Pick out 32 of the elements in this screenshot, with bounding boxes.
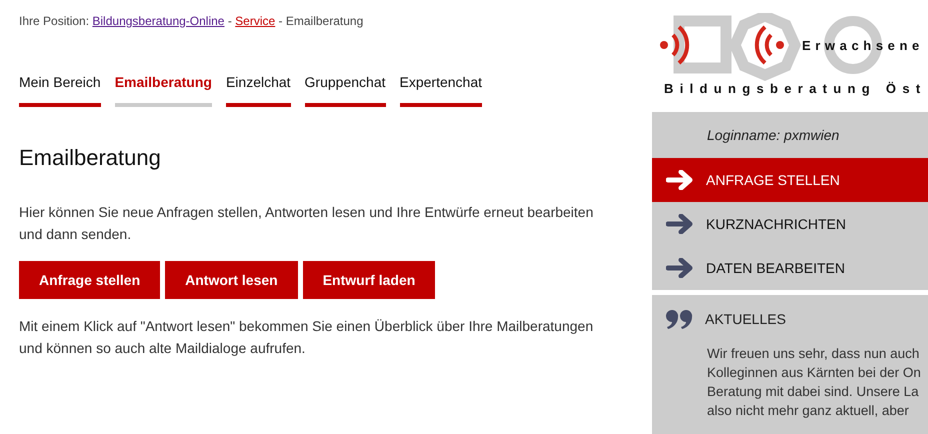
nav-tab[interactable]: Expertenchat <box>400 72 482 107</box>
breadcrumb-link[interactable]: Service <box>235 14 276 28</box>
arrow-icon <box>666 258 694 278</box>
sidebar-menu-item[interactable]: DATEN BEARBEITEN <box>652 246 928 290</box>
breadcrumb-current: Emailberatung <box>286 14 364 28</box>
breadcrumb-label: Ihre Position: <box>19 14 90 28</box>
page-heading: Emailberatung <box>19 145 162 172</box>
action-button[interactable]: Entwurf laden <box>302 261 436 300</box>
action-button[interactable]: Anfrage stellen <box>19 261 160 300</box>
action-button[interactable]: Antwort lesen <box>165 261 298 300</box>
sidebar-menu-item[interactable]: ANFRAGE STELLEN <box>652 158 928 202</box>
nav-tab[interactable]: Einzelchat <box>226 72 291 107</box>
news-title: AKTUELLES <box>705 310 786 329</box>
nav-tab[interactable]: Gruppenchat <box>304 72 386 107</box>
news-text-line: Kolleginnen aus Kärnten bei der On <box>706 364 922 382</box>
nav-tab[interactable]: Emailberatung <box>114 72 212 107</box>
news-text-line: Beratung mit dabei sind. Unsere La <box>706 383 920 401</box>
intro-text: Hier können Sie neue Anfragen stellen, Antworten lesen und Ihre Entwürfe erneut bearbeiten und dann senden. <box>19 203 594 244</box>
nav-tab[interactable]: Mein Bereich <box>19 72 101 107</box>
breadcrumb-separator: - <box>228 14 232 28</box>
logo-text: Erwachsene <box>802 37 924 55</box>
arrow-icon <box>666 170 694 190</box>
logo-subtitle: Bildungsberatung Öst <box>664 80 926 98</box>
login-name: Loginname: pxmwien <box>707 126 840 145</box>
breadcrumb-separator: - <box>278 14 283 28</box>
sidebar-menu-item[interactable]: KURZNACHRICHTEN <box>652 202 928 246</box>
info-text: Mit einem Klick auf "Antwort lesen" bekommen Sie einen Überblick über Ihre Mailberatungen und können so auch alte Maildialoge aufrufen. <box>19 317 594 358</box>
arrow-icon <box>666 214 694 234</box>
news-text-line: Wir freuen uns sehr, dass nun auch <box>706 345 920 363</box>
breadcrumb-link[interactable]: Bildungsberatung-Online <box>92 14 224 28</box>
quote-icon <box>666 310 693 330</box>
news-text-line: also nicht mehr ganz aktuell, aber <box>706 402 910 420</box>
